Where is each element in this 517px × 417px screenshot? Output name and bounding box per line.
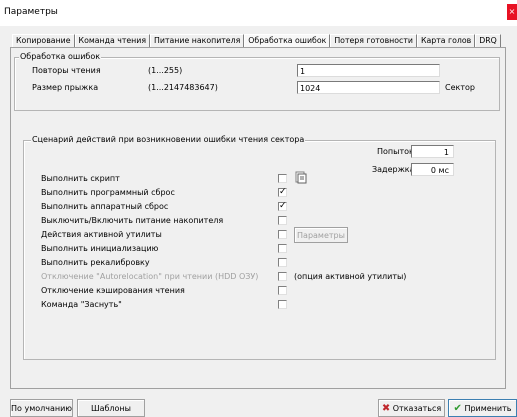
retries-range: (1...255): [148, 66, 183, 75]
option-disable-autorelocation-checkbox[interactable]: [278, 272, 287, 281]
cancel-icon: ✖: [381, 403, 391, 414]
jump-size-label: Размер прыжка: [32, 83, 99, 92]
jump-size-input[interactable]: 1024: [297, 81, 440, 94]
close-icon: ×: [508, 7, 516, 16]
option-initialize-checkbox[interactable]: [278, 244, 287, 253]
tab-strip: Копирование Команда чтения Питание накоп…: [12, 34, 501, 47]
apply-button-label: Применить: [464, 404, 512, 413]
tab-panel-error-handling: Обработка ошибок Повторы чтения (1...255…: [10, 47, 506, 389]
option-sleep-command-checkbox[interactable]: [278, 300, 287, 309]
option-recalibrate-checkbox[interactable]: [278, 258, 287, 267]
option-soft-reset-checkbox[interactable]: ✓: [278, 188, 287, 197]
jump-size-range: (1...2147483647): [148, 83, 218, 92]
tab-error-handling[interactable]: Обработка ошибок: [244, 34, 331, 47]
tab-drive-power[interactable]: Питание накопителя: [150, 34, 245, 47]
check-mark-icon: ✓: [279, 187, 287, 197]
apply-icon: ✔: [453, 403, 462, 414]
option-active-utility-checkbox[interactable]: [278, 230, 287, 239]
title-bar: Параметры ×: [0, 0, 517, 26]
option-active-utility-label: Действия активной утилиты: [41, 230, 162, 239]
option-sleep-command-label: Команда "Заснуть": [41, 300, 122, 309]
option-initialize-label: Выполнить инициализацию: [41, 244, 159, 253]
option-soft-reset-label: Выполнить программный сброс: [41, 188, 175, 197]
option-power-cycle-label: Выключить/Включить питание накопителя: [41, 216, 224, 225]
templates-button[interactable]: Шаблоны: [77, 399, 145, 417]
attempts-input[interactable]: 1: [411, 145, 454, 158]
tab-drq[interactable]: DRQ: [475, 34, 501, 47]
tab-read-command[interactable]: Команда чтения: [74, 34, 151, 47]
scenario-group: Сценарий действий при возникновении ошиб…: [23, 135, 496, 360]
option-disable-read-cache-label: Отключение кэширования чтения: [41, 286, 185, 295]
retries-label: Повторы чтения: [32, 66, 101, 75]
option-run-script-checkbox[interactable]: [278, 174, 287, 183]
utility-params-button[interactable]: Параметры: [294, 227, 348, 243]
error-handling-legend: Обработка ошибок: [19, 52, 102, 61]
option-power-cycle-checkbox[interactable]: [278, 216, 287, 225]
delay-label: Задержка: [372, 165, 415, 174]
cancel-button-label: Отказаться: [392, 404, 442, 413]
jump-size-unit: Сектор: [445, 83, 475, 92]
check-mark-icon: ✓: [279, 201, 287, 211]
option-recalibrate-label: Выполнить рекалибровку: [41, 258, 150, 267]
tab-copy[interactable]: Копирование: [12, 34, 75, 47]
error-handling-group: Обработка ошибок Повторы чтения (1...255…: [14, 52, 500, 111]
option-hard-reset-label: Выполнить аппаратный сброс: [41, 202, 169, 211]
delay-input[interactable]: 0 мс: [411, 163, 454, 176]
option-disable-autorelocation-label: Отключение "Autorelocation" при чтении (…: [41, 272, 259, 281]
cancel-button[interactable]: ✖ Отказаться: [378, 399, 445, 417]
option-disable-read-cache-checkbox[interactable]: [278, 286, 287, 295]
attempts-label: Попыток: [377, 147, 414, 156]
window-title: Параметры: [4, 7, 58, 17]
defaults-button[interactable]: По умолчанию: [10, 399, 73, 417]
tab-ready-loss[interactable]: Потеря готовности: [330, 34, 417, 47]
script-file-icon[interactable]: [295, 171, 307, 184]
utility-option-note: (опция активной утилиты): [294, 272, 407, 281]
scenario-legend: Сценарий действий при возникновении ошиб…: [31, 135, 306, 144]
apply-button[interactable]: ✔ Применить: [448, 399, 517, 417]
option-hard-reset-checkbox[interactable]: ✓: [278, 202, 287, 211]
retries-input[interactable]: 1: [297, 64, 440, 77]
tab-head-map[interactable]: Карта голов: [416, 34, 476, 47]
close-button[interactable]: ×: [507, 4, 517, 20]
option-run-script-label: Выполнить скрипт: [41, 174, 120, 183]
